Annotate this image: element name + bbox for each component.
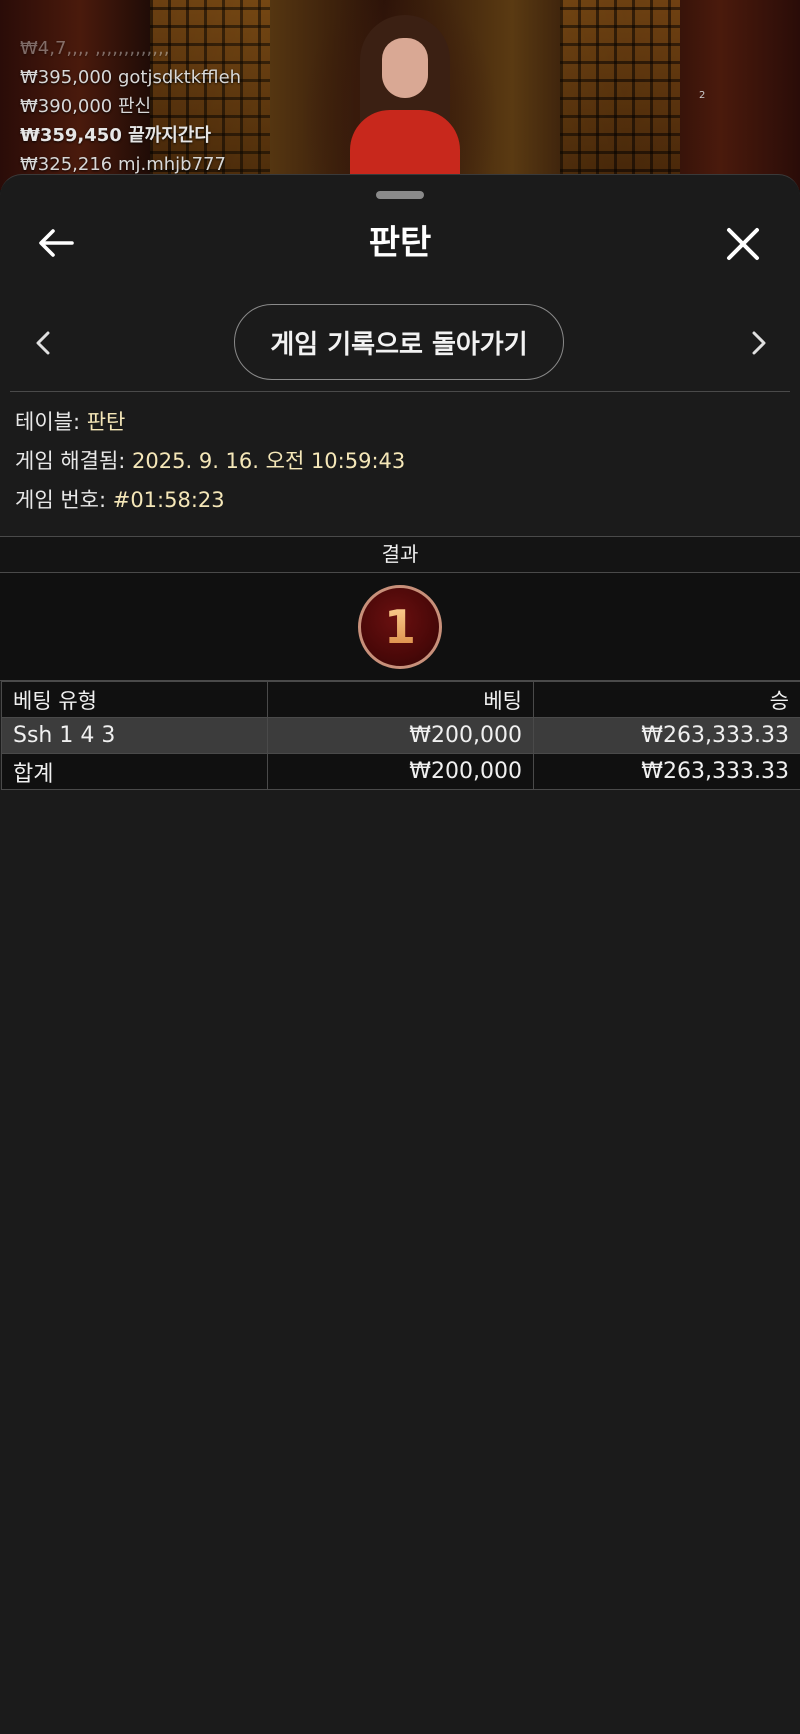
leaderboard-row: ₩359,450 끝까지간다 bbox=[20, 125, 211, 146]
back-button[interactable] bbox=[34, 221, 78, 265]
winners-leaderboard: ₩4,7,,,, ,,,,,,,,,,,,, ₩395,000 gotjsdkt… bbox=[20, 34, 241, 179]
result-number: 1 bbox=[383, 600, 416, 654]
bet-amount-cell: ₩200,000 bbox=[267, 717, 534, 754]
bets-table: 베팅 유형 베팅 승 Ssh 1 4 3 ₩200,000 ₩263,333.3… bbox=[1, 681, 800, 790]
table-info-row: 테이블: 판탄 bbox=[15, 403, 405, 442]
resolved-info-row: 게임 해결됨: 2025. 9. 16. 오전 10:59:43 bbox=[15, 442, 405, 481]
result-header: 결과 bbox=[0, 536, 800, 573]
total-bet-cell: ₩200,000 bbox=[267, 753, 534, 790]
close-button[interactable] bbox=[720, 221, 766, 267]
table-row: Ssh 1 4 3 ₩200,000 ₩263,333.33 bbox=[1, 717, 800, 754]
table-label: 테이블: bbox=[15, 410, 81, 434]
total-win-cell: ₩263,333.33 bbox=[533, 753, 800, 790]
bet-type-cell: Ssh 1 4 3 bbox=[1, 717, 268, 754]
previous-game-button[interactable] bbox=[28, 323, 58, 363]
stream-badge: 2 bbox=[699, 90, 706, 101]
game-number-value: #01:58:23 bbox=[112, 488, 225, 512]
total-label-cell: 합계 bbox=[1, 753, 268, 790]
next-game-button[interactable] bbox=[744, 323, 774, 363]
chevron-left-icon bbox=[36, 331, 50, 355]
resolved-label: 게임 해결됨: bbox=[15, 449, 126, 473]
column-header-bet-type: 베팅 유형 bbox=[1, 681, 268, 718]
chevron-right-icon bbox=[752, 331, 766, 355]
column-header-bet: 베팅 bbox=[267, 681, 534, 718]
game-info: 테이블: 판탄 게임 해결됨: 2025. 9. 16. 오전 10:59:43… bbox=[15, 403, 405, 520]
game-number-label: 게임 번호: bbox=[15, 488, 107, 512]
result-ball: 1 bbox=[358, 585, 442, 669]
table-header-row: 베팅 유형 베팅 승 bbox=[1, 681, 800, 718]
total-row: 합계 ₩200,000 ₩263,333.33 bbox=[1, 753, 800, 790]
arrow-left-icon bbox=[39, 229, 74, 257]
close-icon bbox=[727, 228, 759, 260]
sheet-header: 판탄 bbox=[0, 205, 800, 285]
lattice-decoration-right bbox=[560, 0, 680, 190]
leaderboard-row: ₩4,7,,,, ,,,,,,,,,,,,, bbox=[20, 38, 170, 59]
page-title: 판탄 bbox=[368, 223, 432, 263]
game-detail-sheet: 판탄 게임 기록으로 돌아가기 테이블: 판탄 게임 해결됨: 2025. 9.… bbox=[0, 174, 800, 1734]
divider bbox=[10, 391, 790, 392]
win-amount-cell: ₩263,333.33 bbox=[533, 717, 800, 754]
resolved-value: 2025. 9. 16. 오전 10:59:43 bbox=[132, 449, 406, 473]
history-nav: 게임 기록으로 돌아가기 bbox=[0, 303, 800, 383]
drag-handle[interactable] bbox=[376, 191, 424, 199]
game-number-row: 게임 번호: #01:58:23 bbox=[15, 481, 405, 520]
live-video-background: ₩4,7,,,, ,,,,,,,,,,,,, ₩395,000 gotjsdkt… bbox=[0, 0, 800, 200]
back-to-history-button[interactable]: 게임 기록으로 돌아가기 bbox=[234, 304, 564, 380]
result-section: 결과 1 베팅 유형 베팅 승 Ssh 1 4 3 ₩200,000 ₩263,… bbox=[0, 536, 800, 790]
column-header-win: 승 bbox=[533, 681, 800, 718]
dealer-image bbox=[330, 10, 480, 200]
leaderboard-row: ₩395,000 gotjsdktkffleh bbox=[20, 67, 242, 88]
leaderboard-row: ₩390,000 판신 bbox=[20, 96, 152, 117]
table-value: 판탄 bbox=[86, 410, 126, 434]
app-screen: ₩4,7,,,, ,,,,,,,,,,,,, ₩395,000 gotjsdkt… bbox=[0, 0, 800, 1734]
result-body: 1 bbox=[0, 573, 800, 681]
